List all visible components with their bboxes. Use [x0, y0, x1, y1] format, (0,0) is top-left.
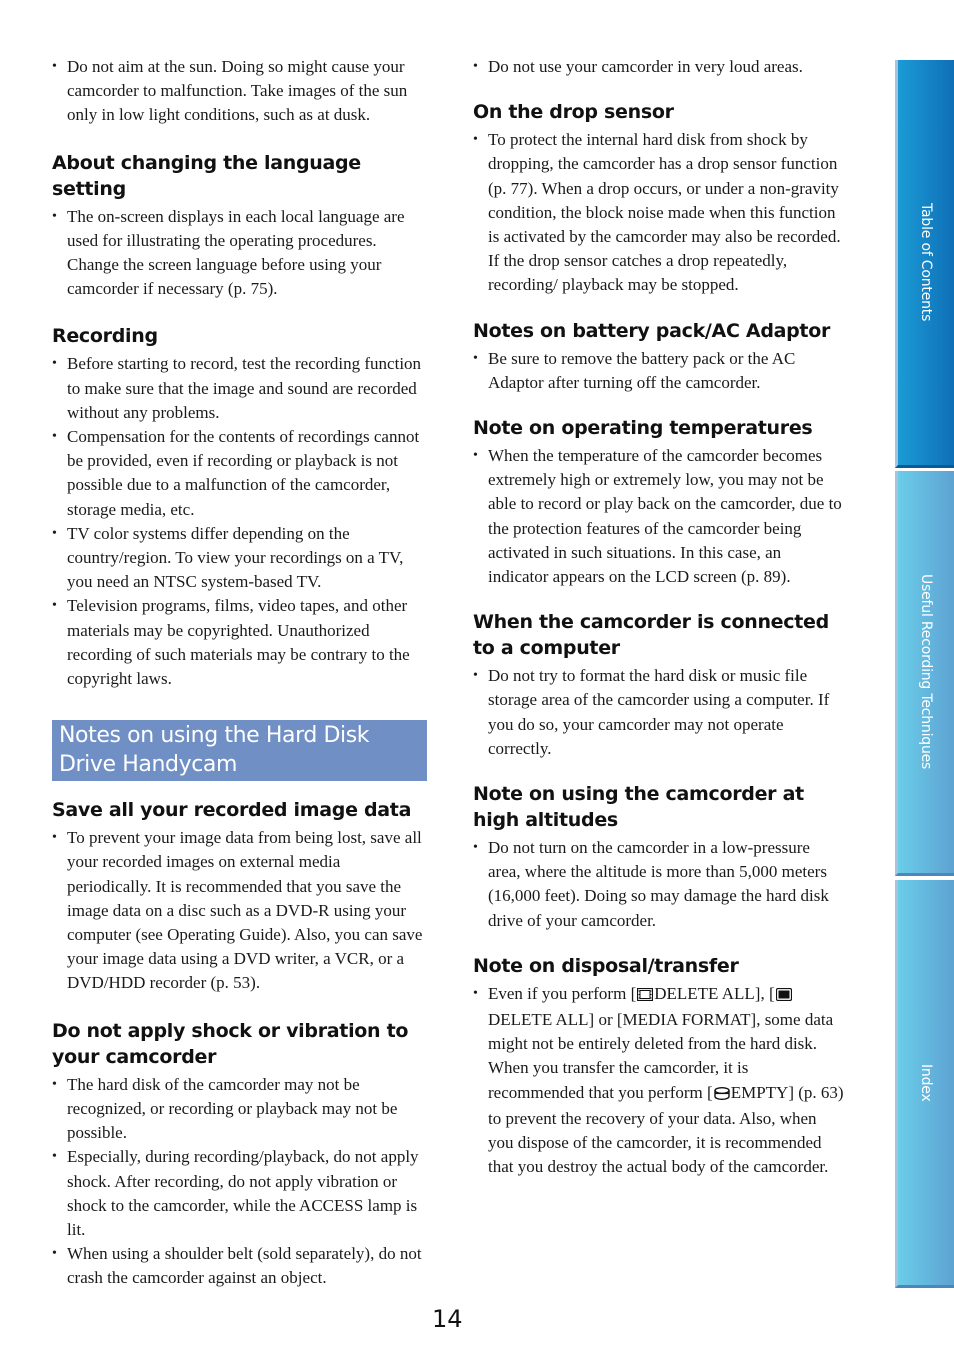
- list-item: Television programs, films, video tapes,…: [52, 594, 424, 691]
- section-battery: Notes on battery pack/AC Adaptor Be sure…: [473, 318, 845, 395]
- text-fragment: Even if you perform [: [488, 983, 637, 1003]
- section-heading: Save all your recorded image data: [52, 799, 412, 822]
- list-item: Do not aim at the sun. Doing so might ca…: [52, 55, 424, 128]
- section-heading: On the drop sensor: [473, 101, 674, 124]
- list-item: To prevent your image data from being lo…: [52, 826, 424, 995]
- section-heading: Note on using the camcorder at high alti…: [473, 783, 804, 832]
- photo-icon: [775, 984, 792, 1008]
- section-temperatures: Note on operating temperatures When the …: [473, 415, 845, 589]
- right-column: Do not use your camcorder in very loud a…: [473, 55, 845, 1180]
- left-column: Do not aim at the sun. Doing so might ca…: [52, 55, 427, 1291]
- list-item: Even if you perform [DELETE ALL], [DELET…: [473, 982, 845, 1180]
- section-heading: About changing the language setting: [52, 151, 361, 200]
- side-tab-label: Useful Recording Techniques: [918, 574, 934, 770]
- section-heading: Recording: [52, 325, 158, 348]
- list-item: TV color systems differ depending on the…: [52, 522, 424, 595]
- section-banner: Notes on using the Hard Disk Drive Handy…: [52, 720, 427, 782]
- section-shock: Do not apply shock or vibration to your …: [52, 1018, 424, 1291]
- side-tab-index[interactable]: Index: [895, 880, 954, 1288]
- section-heading: Do not apply shock or vibration to your …: [52, 1019, 409, 1068]
- list-item: Especially, during recording/playback, d…: [52, 1145, 424, 1242]
- section-heading: When the camcorder is connected to a com…: [473, 611, 829, 660]
- list-item: When using a shoulder belt (sold separat…: [52, 1242, 424, 1290]
- intro-bullets-left: Do not aim at the sun. Doing so might ca…: [52, 55, 424, 128]
- section-recording: Recording Before starting to record, tes…: [52, 323, 424, 691]
- list-item: Compensation for the contents of recordi…: [52, 425, 424, 522]
- list-item: Before starting to record, test the reco…: [52, 352, 424, 425]
- side-tab-useful-recording-techniques[interactable]: Useful Recording Techniques: [895, 471, 954, 876]
- section-computer: When the camcorder is connected to a com…: [473, 609, 845, 761]
- list-item: Do not turn on the camcorder in a low-pr…: [473, 836, 845, 933]
- intro-bullets-right: Do not use your camcorder in very loud a…: [473, 55, 845, 79]
- hard-disk-icon: [714, 1083, 730, 1107]
- text-fragment: DELETE ALL], [: [654, 983, 775, 1003]
- side-tab-label: Table of Contents: [918, 203, 934, 322]
- list-item: Do not use your camcorder in very loud a…: [473, 55, 845, 79]
- movie-film-icon: [637, 984, 654, 1008]
- section-drop-sensor: On the drop sensor To protect the intern…: [473, 99, 845, 297]
- section-heading: Note on operating temperatures: [473, 417, 813, 440]
- section-save-data: Save all your recorded image data To pre…: [52, 797, 424, 995]
- section-altitudes: Note on using the camcorder at high alti…: [473, 781, 845, 933]
- list-item: Do not try to format the hard disk or mu…: [473, 664, 845, 761]
- section-heading: Note on disposal/transfer: [473, 954, 739, 977]
- list-item: The on-screen displays in each local lan…: [52, 205, 424, 302]
- list-item: The hard disk of the camcorder may not b…: [52, 1073, 424, 1146]
- section-heading: Notes on battery pack/AC Adaptor: [473, 319, 831, 342]
- page-number: 14: [432, 1305, 463, 1333]
- section-language: About changing the language setting The …: [52, 150, 424, 302]
- side-tab-table-of-contents[interactable]: Table of Contents: [895, 60, 954, 468]
- list-item: Be sure to remove the battery pack or th…: [473, 347, 845, 395]
- side-tab-label: Index: [918, 1063, 934, 1102]
- list-item: To protect the internal hard disk from s…: [473, 128, 845, 297]
- section-disposal: Note on disposal/transfer Even if you pe…: [473, 953, 845, 1180]
- list-item: When the temperature of the camcorder be…: [473, 444, 845, 589]
